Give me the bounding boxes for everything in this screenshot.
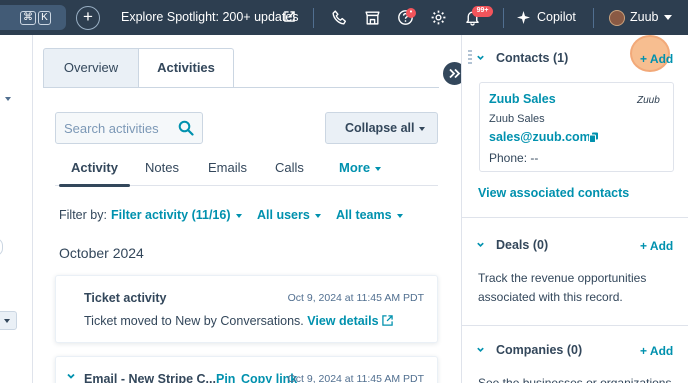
- left-panel-pill[interactable]: [0, 238, 3, 256]
- drag-handle-icon[interactable]: [468, 49, 472, 67]
- phone-icon[interactable]: [331, 9, 348, 26]
- activity-date: Oct 9, 2024 at 11:45 AM PDT: [287, 292, 424, 304]
- add-deal-button[interactable]: + Add: [640, 239, 673, 253]
- filter-activity-label: Filter activity (11/16): [111, 208, 231, 222]
- filter-activity-dropdown[interactable]: Filter activity (11/16): [111, 208, 242, 222]
- add-contact-button[interactable]: + Add: [640, 52, 673, 66]
- contact-card[interactable]: Zuub Sales Zuub Zuub Sales sales@zuub.co…: [479, 82, 674, 172]
- subtab-emails[interactable]: Emails: [208, 160, 247, 175]
- company-logo: Zuub: [637, 95, 660, 106]
- external-link-icon: [382, 315, 393, 326]
- activity-card[interactable]: Email - New Stripe C... Pin Copy link Oc…: [55, 356, 438, 383]
- pin-link[interactable]: Pin: [216, 372, 235, 383]
- command-key: ⌘: [20, 11, 36, 25]
- companies-description: See the businesses or organizations: [478, 376, 672, 383]
- activity-date: Oct 9, 2024 at 11:45 AM PDT: [287, 373, 424, 383]
- filter-by-label: Filter by:: [59, 208, 107, 222]
- activity-body: Ticket moved to New by Conversations. Vi…: [84, 314, 393, 328]
- left-panel-collapsed: [0, 35, 33, 383]
- deals-description: Track the revenue opportunities associat…: [478, 271, 647, 304]
- nav-divider: [313, 8, 314, 28]
- activity-card[interactable]: Ticket activity Oct 9, 2024 at 11:45 AM …: [55, 275, 438, 343]
- k-key: K: [38, 11, 51, 25]
- notification-count-badge: 99+: [472, 6, 493, 17]
- all-users-label: All users: [257, 208, 310, 222]
- view-details-link[interactable]: View details: [307, 314, 378, 328]
- marketplace-icon[interactable]: [364, 9, 381, 26]
- command-search-shortcut[interactable]: ⌘ K: [0, 5, 66, 30]
- chevron-down-icon[interactable]: [476, 345, 485, 354]
- companies-section-title[interactable]: Companies (0): [496, 343, 582, 357]
- subtab-calls[interactable]: Calls: [275, 160, 304, 175]
- contact-phone: Phone: --: [489, 151, 539, 165]
- spotlight-link[interactable]: Explore Spotlight: 200+ updates: [121, 10, 299, 24]
- chevron-down-icon[interactable]: [476, 240, 485, 249]
- copy-icon[interactable]: [589, 132, 599, 143]
- all-teams-dropdown[interactable]: All teams: [336, 208, 403, 222]
- external-link-icon: [284, 11, 295, 22]
- all-teams-label: All teams: [336, 208, 392, 222]
- subtab-more[interactable]: More: [339, 160, 382, 175]
- nav-divider: [503, 8, 504, 28]
- all-users-dropdown[interactable]: All users: [257, 208, 321, 222]
- contact-company: Zuub Sales: [489, 113, 545, 125]
- contact-email-link[interactable]: sales@zuub.com: [489, 130, 591, 144]
- search-placeholder: Search activities: [64, 121, 159, 136]
- chevron-down-icon: [235, 213, 242, 218]
- right-sidebar: Contacts (1) + Add Zuub Sales Zuub Zuub …: [461, 35, 688, 383]
- chevron-down-icon: [396, 213, 403, 218]
- tab-divider: [43, 87, 439, 88]
- copilot-button[interactable]: Copilot: [537, 10, 576, 24]
- user-avatar[interactable]: [609, 10, 625, 26]
- search-activities-input[interactable]: Search activities: [55, 112, 203, 144]
- view-associated-contacts-link[interactable]: View associated contacts: [478, 186, 629, 200]
- search-icon[interactable]: [178, 120, 194, 136]
- top-navigation-bar: ⌘ K + Explore Spotlight: 200+ updates • …: [0, 0, 688, 35]
- activity-title: Ticket activity: [84, 291, 167, 305]
- chevron-down-icon: [314, 213, 321, 218]
- create-new-button[interactable]: +: [76, 6, 100, 30]
- add-company-button[interactable]: + Add: [640, 344, 673, 358]
- tab-activities[interactable]: Activities: [138, 48, 234, 88]
- section-divider: [462, 217, 688, 218]
- help-notification-dot: •: [406, 8, 416, 18]
- copilot-sparkle-icon: [517, 11, 530, 24]
- month-heading: October 2024: [59, 245, 144, 261]
- chevron-down-icon[interactable]: [5, 97, 11, 101]
- left-panel-select[interactable]: [0, 311, 17, 330]
- tab-overview[interactable]: Overview: [43, 48, 139, 88]
- chevron-down-icon: [664, 15, 672, 20]
- collapse-all-button[interactable]: Collapse all: [325, 112, 438, 144]
- contacts-section-title[interactable]: Contacts (1): [496, 51, 568, 65]
- chevron-down-icon[interactable]: [66, 371, 76, 381]
- double-chevron-right-icon: [449, 68, 461, 79]
- chevron-down-icon[interactable]: [476, 53, 485, 62]
- gear-icon[interactable]: [430, 9, 447, 26]
- collapse-all-label: Collapse all: [345, 121, 415, 135]
- activity-column: Overview Activities Search activities Co…: [33, 35, 461, 383]
- active-subtab-indicator: [59, 184, 130, 187]
- chevron-down-icon: [375, 166, 382, 171]
- subtab-activity[interactable]: Activity: [71, 160, 118, 175]
- deals-section-title[interactable]: Deals (0): [496, 238, 548, 252]
- section-divider: [462, 325, 688, 326]
- more-label: More: [339, 160, 371, 175]
- activity-title: Email - New Stripe C...: [84, 372, 216, 383]
- account-menu[interactable]: Zuub: [630, 10, 659, 24]
- chevron-down-icon: [419, 126, 426, 131]
- subtab-notes[interactable]: Notes: [145, 160, 179, 175]
- activity-description: Ticket moved to New by Conversations.: [84, 314, 304, 328]
- nav-divider: [593, 8, 594, 28]
- contact-name-link[interactable]: Zuub Sales: [489, 92, 556, 106]
